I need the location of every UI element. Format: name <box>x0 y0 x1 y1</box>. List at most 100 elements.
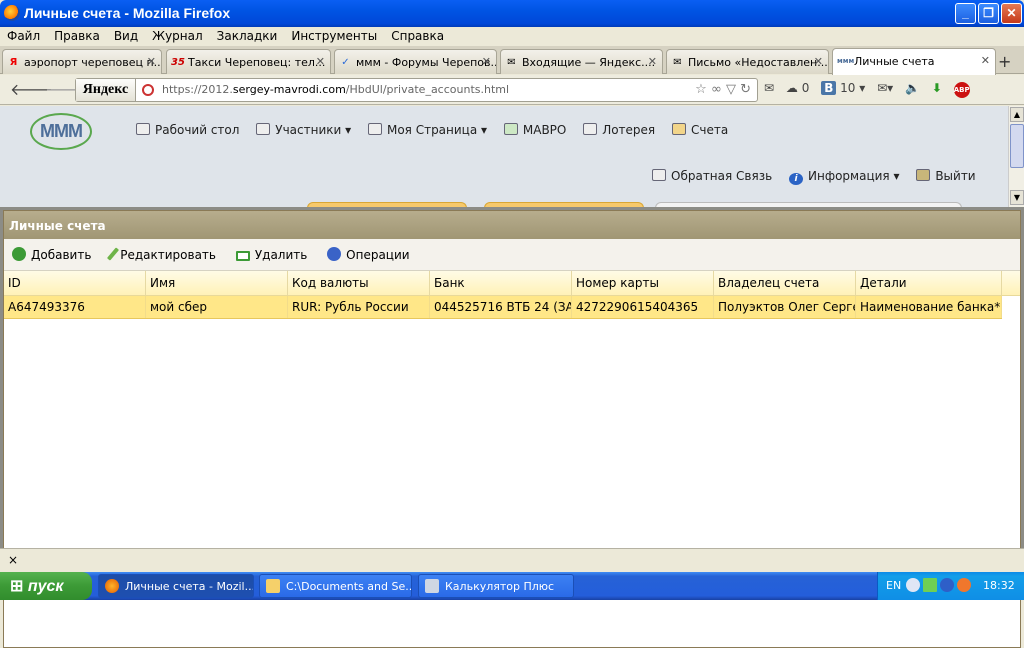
cloud-icon[interactable]: ☁ 0 <box>786 81 809 95</box>
findbar-close-icon[interactable]: × <box>8 553 18 567</box>
close-button[interactable]: ✕ <box>1001 3 1022 24</box>
cell-bank: 044525716 ВТБ 24 (ЗАО) <box>430 296 572 318</box>
nav-participants[interactable]: Участники ▾ <box>256 123 351 137</box>
mail-icon[interactable]: ✉ <box>764 81 774 95</box>
start-label: пуск <box>27 578 64 595</box>
nav-label: Лотерея <box>602 123 656 137</box>
user-icon <box>367 123 382 135</box>
tab-close-icon[interactable]: ✕ <box>482 55 491 68</box>
menu-bar: Файл Правка Вид Журнал Закладки Инструменты Сп… <box>0 27 1024 46</box>
page-scrollbar[interactable]: ▲ ▼ <box>1008 106 1024 207</box>
tab-close-icon[interactable]: ✕ <box>981 54 990 67</box>
wallet-icon <box>671 123 686 135</box>
menu-help[interactable]: Справка <box>384 27 451 43</box>
operations-button[interactable]: Операции <box>327 247 410 262</box>
column-id[interactable]: ID <box>4 271 146 295</box>
maximize-button[interactable]: ❐ <box>978 3 999 24</box>
scroll-thumb[interactable] <box>1010 124 1024 168</box>
nav-label: МАВРО <box>522 123 567 137</box>
add-button[interactable]: Добавить <box>12 247 91 262</box>
tab-inbox[interactable]: ✉ Входящие — Яндекс.... ✕ <box>500 49 663 74</box>
pencil-icon <box>107 247 120 261</box>
download-icon[interactable]: ⬇ <box>932 81 942 95</box>
column-owner[interactable]: Владелец счета <box>714 271 856 295</box>
column-details[interactable]: Детали <box>856 271 1002 295</box>
tab-close-icon[interactable]: ✕ <box>147 55 156 68</box>
tab-strip: Яаэропорт череповец п... ✕ 35 Такси Черепо… <box>0 46 1024 75</box>
cloud-count: 0 <box>801 81 810 95</box>
tab-accounts[interactable]: ммм Личные счета ✕ <box>832 48 996 75</box>
menu-bookmarks[interactable]: Закладки <box>210 27 285 43</box>
site-identity-icon[interactable] <box>142 84 154 96</box>
speaker-icon[interactable]: 🔈 <box>905 81 920 95</box>
nav-label: Участники ▾ <box>275 123 352 137</box>
column-name[interactable]: Имя <box>146 271 288 295</box>
title-bar: Личные счета - Mozilla Firefox _ ❐ ✕ <box>0 0 1024 27</box>
delete-button[interactable]: Удалить <box>235 248 307 262</box>
scroll-up-icon[interactable]: ▲ <box>1010 107 1024 122</box>
tab-letter[interactable]: ✉ Письмо «Недоставлен... ✕ <box>666 49 829 74</box>
adblock-icon[interactable]: ABP <box>953 82 970 98</box>
find-bar: × <box>0 548 1024 572</box>
nav-label: Моя Страница ▾ <box>386 123 488 137</box>
tab-label: Письмо «Недоставлен... <box>688 56 828 69</box>
menu-file[interactable]: Файл <box>0 27 47 43</box>
cell-name: мой сбер <box>146 296 288 318</box>
nav-label: Рабочий стол <box>155 123 240 137</box>
tab-forum[interactable]: ✓ ммм - Форумы Черепов... ✕ <box>334 49 497 74</box>
reload-icon[interactable]: ↻ <box>740 82 751 97</box>
url-text[interactable]: https://2012.sergey-mavrodi.com/HbdUl/pr… <box>162 83 509 96</box>
task-label: Калькулятор Плюс <box>445 580 555 593</box>
tab-taxi[interactable]: 35 Такси Череповец: тел... ✕ <box>166 49 331 74</box>
menu-edit[interactable]: Правка <box>47 27 107 43</box>
tab-close-icon[interactable]: ✕ <box>648 55 657 68</box>
tab-label: ммм - Форумы Черепов... <box>356 56 497 69</box>
clock: 18:32 <box>983 579 1015 592</box>
reader-icon[interactable]: ∞ <box>711 82 722 97</box>
scroll-down-icon[interactable]: ▼ <box>1010 190 1024 205</box>
language-indicator[interactable]: EN <box>886 579 901 592</box>
table-row[interactable]: A647493376 мой сбер RUR: Рубль России 04… <box>4 296 1002 319</box>
tray-arrow-icon[interactable] <box>906 578 920 592</box>
menu-history[interactable]: Журнал <box>145 27 210 43</box>
nav-my-page[interactable]: Моя Страница ▾ <box>367 123 488 137</box>
tab-close-icon[interactable]: ✕ <box>316 55 325 68</box>
inbox-icon[interactable]: ✉▾ <box>877 81 893 95</box>
site-main-nav: Рабочий стол Участники ▾ Моя Страница ▾ … <box>136 123 741 137</box>
tab-airport[interactable]: Яаэропорт череповец п... ✕ <box>2 49 162 74</box>
nav-label: Счета <box>690 123 729 137</box>
column-bank[interactable]: Банк <box>430 271 572 295</box>
start-button[interactable]: ⊞ пуск <box>0 572 92 600</box>
tab-close-icon[interactable]: ✕ <box>814 55 823 68</box>
nav-desktop[interactable]: Рабочий стол <box>136 123 239 137</box>
add-label: Добавить <box>31 248 92 262</box>
nav-feedback[interactable]: Обратная Связь <box>652 169 772 183</box>
task-explorer[interactable]: C:\Documents and Se... <box>259 574 412 598</box>
dropdown-icon[interactable]: ▽ <box>726 82 736 97</box>
menu-tools[interactable]: Инструменты <box>284 27 384 43</box>
signal-icon[interactable] <box>923 578 937 592</box>
minimize-button[interactable]: _ <box>955 3 976 24</box>
bluetooth-icon[interactable] <box>940 578 954 592</box>
vk-icon[interactable]: В 10 ▾ <box>821 81 865 95</box>
task-calculator[interactable]: Калькулятор Плюс <box>418 574 574 598</box>
nav-accounts[interactable]: Счета <box>671 123 729 137</box>
new-tab-icon[interactable]: + <box>998 52 1011 71</box>
cell-currency: RUR: Рубль России <box>288 296 430 318</box>
task-firefox[interactable]: Личные счета - Mozil... <box>98 574 254 598</box>
tray-app-icon[interactable] <box>957 578 971 592</box>
nav-mavro[interactable]: МАВРО <box>503 123 567 137</box>
bookmark-star-icon[interactable]: ☆ <box>695 82 707 97</box>
menu-view[interactable]: Вид <box>107 27 145 43</box>
column-card[interactable]: Номер карты <box>572 271 714 295</box>
folder-icon <box>266 579 280 593</box>
column-currency[interactable]: Код валюты <box>288 271 430 295</box>
mmm-logo[interactable]: МММ <box>30 113 92 150</box>
yandex-badge[interactable]: Яндекс <box>76 79 136 101</box>
nav-lottery[interactable]: Лотерея <box>583 123 655 137</box>
users-icon <box>256 123 271 135</box>
nav-info[interactable]: i Информация ▾ <box>789 169 899 185</box>
address-bar[interactable]: Яндекс https://2012.sergey-mavrodi.com/H… <box>75 78 758 102</box>
nav-logout[interactable]: Выйти <box>916 169 976 183</box>
edit-button[interactable]: Редактировать <box>107 247 216 262</box>
